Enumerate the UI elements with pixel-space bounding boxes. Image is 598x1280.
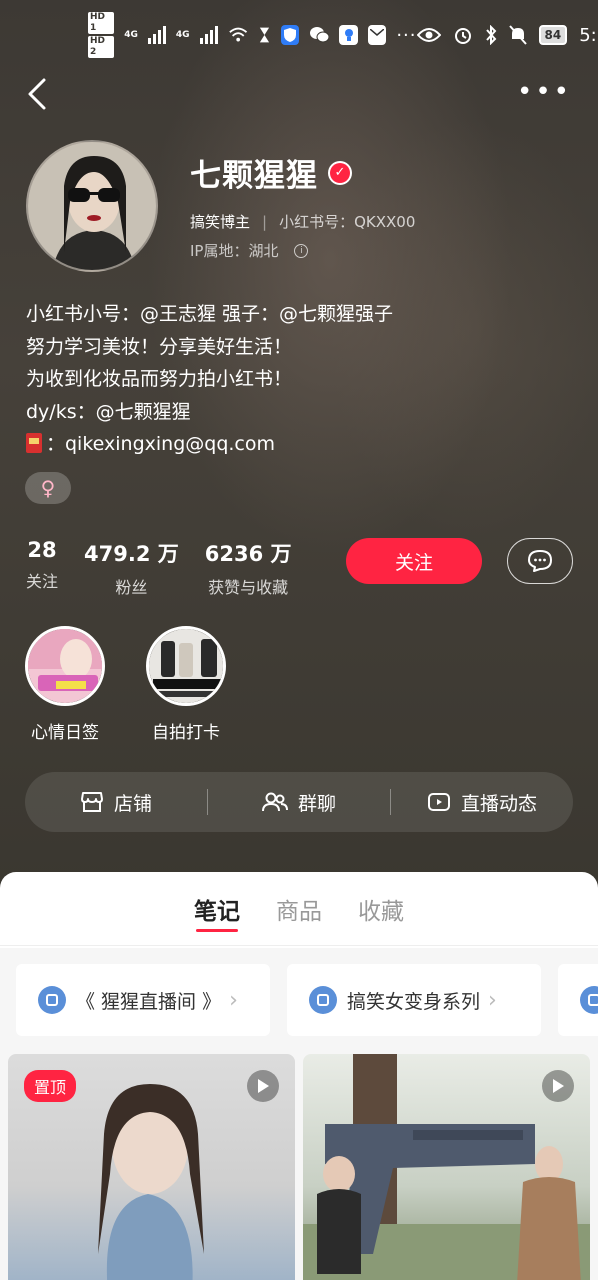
stat-likes-collections[interactable]: 6236 万 获赞与收藏	[205, 538, 292, 598]
profile-action-bar: 店铺 群聊 直播动态	[25, 772, 573, 832]
stat-followers[interactable]: 479.2 万 粉丝	[84, 538, 179, 598]
stat-number: 6236 万	[204, 542, 292, 566]
bio-email-line: ：qikexingxing@qq.com	[26, 428, 393, 461]
stat-following[interactable]: 28 关注	[26, 538, 58, 598]
tab-products[interactable]: 商品	[276, 872, 322, 945]
clock-time: 5:20	[579, 24, 598, 46]
profile-name-row: 七颗猩猩 ✓	[190, 150, 352, 195]
live-icon	[427, 793, 450, 811]
meta-divider: |	[262, 212, 268, 231]
mail-app-icon	[367, 25, 387, 45]
group-icon	[261, 792, 288, 812]
status-bar: HD 1 HD 2 4G 4G ··· 84 5:20	[0, 0, 598, 70]
more-options-button[interactable]: •••	[517, 79, 572, 105]
bio-line: 小红书小号：@王志猩 强子：@七颗猩强子	[26, 303, 394, 325]
follow-button[interactable]: 关注	[346, 538, 482, 584]
highlight-label: 自拍打卡	[152, 723, 220, 743]
highlight-thumbnail	[146, 626, 226, 706]
stat-number: 479.2 万	[84, 542, 179, 566]
collection-card[interactable]: 《 猩猩直播间 》 ›	[16, 964, 270, 1036]
note-card[interactable]	[303, 1054, 590, 1280]
highlight-image	[149, 629, 223, 703]
chevron-left-icon	[28, 78, 46, 110]
info-icon[interactable]: i	[294, 243, 309, 258]
video-play-icon	[247, 1070, 279, 1102]
profile-stats: 28 关注 479.2 万 粉丝 6236 万 获赞与收藏	[26, 538, 292, 598]
network-label-1: 4G	[124, 30, 138, 40]
hd1-label: HD 1	[88, 12, 115, 34]
highlight-selfie[interactable]: 自拍打卡	[131, 626, 241, 743]
collection-icon	[309, 986, 337, 1014]
stat-label: 关注	[26, 572, 59, 591]
chevron-right-icon: ›	[229, 987, 238, 1013]
mailbox-icon	[26, 433, 42, 453]
hd-indicator: HD 1 HD 2	[88, 11, 115, 59]
bio-line: 努力学习美妆！分享美好生活！	[26, 335, 293, 358]
highlight-thumbnail	[25, 626, 105, 706]
content-tabs: 笔记 商品 收藏	[0, 872, 598, 946]
bio-line: dy/ks：@七颗猩猩	[26, 400, 191, 423]
collection-icon	[38, 986, 66, 1014]
collection-icon	[580, 986, 598, 1014]
bluetooth-icon	[485, 25, 496, 45]
wechat-icon	[309, 25, 330, 45]
bio-email: ：qikexingxing@qq.com	[46, 433, 276, 455]
profile-meta: 搞笑博主 | 小红书号：QKXX00	[190, 211, 415, 232]
highlight-mood[interactable]: 心情日签	[10, 626, 120, 743]
bulb-app-icon	[339, 25, 358, 45]
account-id: 小红书号：QKXX00	[279, 213, 416, 231]
profile-name: 七颗猩猩	[190, 158, 318, 194]
store-button[interactable]: 店铺	[25, 789, 207, 816]
profile-role: 搞笑博主	[190, 213, 251, 231]
content-panel: 笔记 商品 收藏 《 猩猩直播间 》 › 搞笑女变身系列 › 置顶	[0, 872, 598, 1280]
group-chat-label: 群聊	[297, 792, 336, 815]
gender-badge: ♀	[25, 472, 71, 504]
note-card[interactable]: 置顶	[8, 1054, 295, 1280]
collection-label: 《 猩猩直播间 》	[76, 990, 222, 1013]
wifi-icon	[228, 27, 247, 42]
verified-badge-icon: ✓	[328, 160, 352, 185]
network-label-2: 4G	[175, 30, 190, 40]
video-play-icon	[542, 1070, 574, 1102]
bio-line: 为收到化妆品而努力拍小红书！	[26, 368, 293, 390]
signal-icon-2	[199, 26, 218, 44]
group-chat-button[interactable]: 群聊	[208, 789, 390, 816]
mute-icon	[508, 25, 527, 45]
hourglass-icon	[259, 27, 270, 43]
ip-location-label: IP属地：湖北	[190, 242, 279, 260]
collection-label: 搞笑女变身系列	[347, 990, 481, 1013]
highlight-image	[28, 629, 102, 703]
alarm-icon	[454, 28, 471, 44]
message-button[interactable]	[507, 538, 573, 584]
collection-card[interactable]	[558, 964, 598, 1036]
live-feed-label: 直播动态	[460, 792, 537, 815]
ip-location[interactable]: IP属地：湖北 i	[190, 240, 309, 261]
profile-bio: 小红书小号：@王志猩 强子：@七颗猩强子 努力学习美妆！分享美好生活！ 为收到化…	[26, 298, 393, 461]
collection-carousel[interactable]: 《 猩猩直播间 》 › 搞笑女变身系列 ›	[0, 948, 598, 1054]
store-icon	[80, 792, 103, 812]
live-feed-button[interactable]: 直播动态	[391, 789, 573, 816]
avatar-image	[28, 142, 156, 270]
stat-number: 28	[27, 538, 57, 562]
hd2-label: HD 2	[88, 36, 115, 58]
pinned-badge: 置顶	[24, 1070, 77, 1102]
store-label: 店铺	[113, 792, 152, 815]
highlight-label: 心情日签	[31, 723, 99, 743]
stat-label: 获赞与收藏	[208, 578, 289, 597]
notes-feed: 置顶	[0, 1054, 598, 1280]
shield-app-icon	[280, 25, 300, 45]
tab-collections[interactable]: 收藏	[358, 872, 404, 945]
battery-icon: 84	[538, 25, 568, 45]
more-notifications-icon: ···	[396, 24, 417, 46]
avatar[interactable]	[26, 140, 158, 272]
back-button[interactable]	[24, 76, 54, 112]
chevron-right-icon: ›	[488, 987, 497, 1013]
eye-icon	[416, 28, 441, 42]
tab-notes[interactable]: 笔记	[194, 872, 240, 945]
stat-label: 粉丝	[115, 578, 148, 597]
collection-card[interactable]: 搞笑女变身系列 ›	[287, 964, 541, 1036]
chat-bubble-icon	[528, 550, 552, 572]
signal-icon	[147, 26, 166, 44]
